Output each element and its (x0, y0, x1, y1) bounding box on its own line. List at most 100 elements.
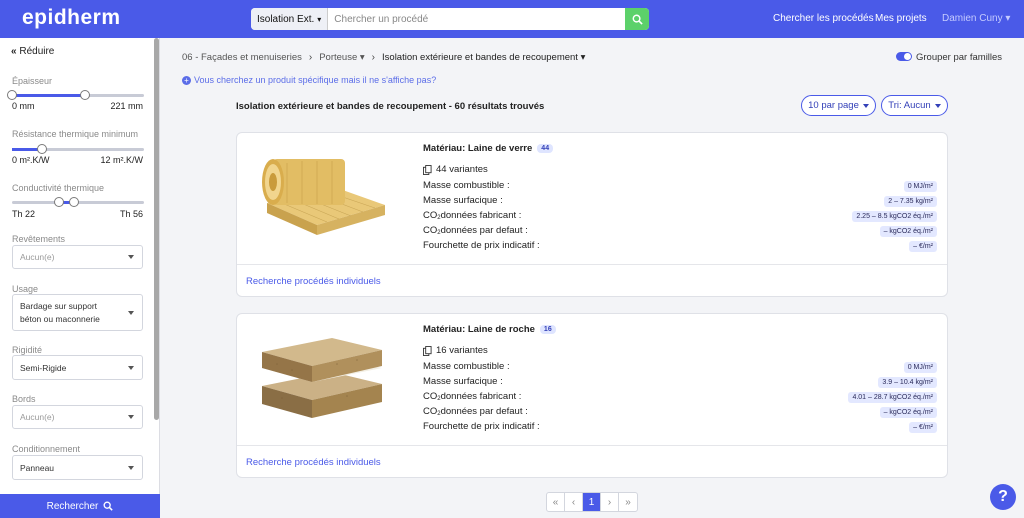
breadcrumb-label: Porteuse (319, 52, 358, 63)
revetements-select[interactable]: Aucun(e) (12, 245, 143, 269)
group-by-family-toggle[interactable] (896, 52, 912, 61)
user-menu[interactable]: Damien Cuny ▾ (942, 13, 1010, 24)
masse-surfacique-value: 2 – 7.35 kg/m² (884, 196, 937, 207)
first-page-button[interactable]: « (547, 493, 565, 511)
co2-defaut-value: – kgCO2 éq./m² (879, 226, 937, 237)
co2-fabricant-label: CO2données fabricant : (423, 391, 521, 402)
glass-wool-roll-image (262, 159, 385, 235)
masse-surfacique-label: Masse surfacique : (423, 376, 503, 387)
prix-value: – €/m² (909, 422, 937, 433)
variants-label: 44 variantes (436, 164, 488, 175)
sort-label: Tri: Aucun (888, 100, 931, 111)
material-name: Matériau: Laine de roche (423, 324, 535, 335)
breadcrumb-item-section[interactable]: 06 - Façades et menuiseries (182, 52, 302, 63)
breadcrumb-item-current[interactable]: Isolation extérieure et bandes de recoup… (382, 52, 585, 63)
epaisseur-min: 0 mm (12, 101, 35, 111)
plus-circle-icon: + (182, 75, 191, 85)
pagination: « ‹ 1 › » (546, 492, 638, 512)
variants-label: 16 variantes (436, 345, 488, 356)
material-title: Matériau: Laine de roche 16 (423, 324, 556, 335)
resistance-min: 0 m².K/W (12, 155, 50, 165)
masse-combustible-value: 0 MJ/m² (903, 362, 937, 373)
copy-icon (423, 164, 432, 175)
usage-select[interactable]: Bardage sur support béton ou maconnerie (12, 294, 143, 331)
material-title: Matériau: Laine de verre 44 (423, 143, 554, 154)
slider-handle-max[interactable] (80, 90, 90, 100)
masse-surfacique-value: 3.9 – 10.4 kg/m² (878, 377, 937, 388)
last-page-button[interactable]: » (619, 493, 637, 511)
breadcrumb-label: Isolation extérieure et bandes de recoup… (382, 52, 578, 63)
rechercher-button[interactable]: Rechercher (0, 494, 160, 518)
page-1-button[interactable]: 1 (583, 493, 601, 511)
chevron-right-icon: › (308, 52, 313, 63)
prix-label: Fourchette de prix indicatif : (423, 240, 540, 251)
bords-value: Aucun(e) (20, 412, 55, 422)
per-page-select[interactable]: 10 par page (801, 95, 876, 116)
caret-down-icon (128, 415, 134, 419)
bords-select[interactable]: Aucun(e) (12, 405, 143, 429)
prix-value: – €/m² (909, 241, 937, 252)
epaisseur-slider[interactable] (7, 90, 144, 100)
resistance-label: Résistance thermique minimum (12, 129, 139, 139)
missing-product-link[interactable]: + Vous cherchez un produit spécifique ma… (182, 75, 436, 85)
sort-select[interactable]: Tri: Aucun (881, 95, 948, 116)
sidebar-scrollbar[interactable] (154, 38, 159, 420)
nav-search-procedes[interactable]: Chercher les procédés (773, 13, 874, 24)
search-type-label: Isolation Ext. (257, 13, 315, 25)
variants-count: 44 variantes (423, 164, 488, 175)
chevron-down-icon: ▾ (317, 14, 322, 24)
usage-label: Usage (12, 284, 39, 294)
masse-combustible-label: Masse combustible : (423, 180, 510, 191)
search-type-select[interactable]: Isolation Ext. ▾ (251, 8, 329, 30)
slider-handle-max[interactable] (69, 197, 79, 207)
slider-fill (12, 94, 85, 97)
conductivite-label: Conductivité thermique (12, 183, 105, 193)
conductivite-max: Th 56 (119, 209, 143, 219)
slider-handle-min[interactable] (7, 90, 17, 100)
collapse-label: Réduire (19, 46, 55, 57)
rigidite-label: Rigidité (12, 345, 43, 355)
co2-fabricant-label: CO2données fabricant : (423, 210, 521, 221)
rigidite-select[interactable]: Semi-Rigide (12, 355, 143, 380)
co2-text: CO (423, 225, 438, 236)
missing-product-text: Vous cherchez un produit spécifique mais… (194, 75, 437, 85)
co2-fabricant-value: 2.25 – 8.5 kgCO2 éq./m² (852, 211, 937, 222)
co2-defaut-label: CO2données par defaut : (423, 225, 528, 236)
conductivite-slider[interactable] (12, 197, 144, 207)
co2-text: CO (423, 406, 438, 417)
next-page-button[interactable]: › (601, 493, 619, 511)
prev-page-button[interactable]: ‹ (565, 493, 583, 511)
card-divider (237, 445, 947, 446)
search-input[interactable] (328, 13, 625, 25)
nav-my-projects[interactable]: Mes projets (875, 13, 927, 24)
slider-handle[interactable] (37, 144, 47, 154)
chevron-down-icon: ▾ (1005, 13, 1011, 24)
count-badge: 44 (537, 144, 554, 153)
individual-procedes-link[interactable]: Recherche procédés individuels (246, 457, 381, 468)
co2-text: CO (423, 210, 438, 221)
revetements-label: Revêtements (12, 234, 66, 244)
search-button[interactable] (625, 8, 649, 30)
help-button[interactable]: ? (990, 484, 1016, 510)
masse-combustible-value: 0 MJ/m² (903, 181, 937, 192)
variants-count: 16 variantes (423, 345, 488, 356)
search-icon (103, 501, 114, 511)
copy-icon (423, 345, 432, 356)
slider-handle-min[interactable] (54, 197, 64, 207)
co2-defaut-text: données par defaut : (440, 406, 528, 417)
collapse-sidebar-button[interactable]: « Réduire (11, 46, 54, 57)
revetements-value: Aucun(e) (20, 252, 55, 262)
caret-down-icon (862, 103, 869, 108)
top-header: epidherm Isolation Ext. ▾ Chercher les p… (0, 0, 1024, 38)
co2-text: CO (423, 391, 438, 402)
app-logo[interactable]: epidherm (22, 6, 121, 30)
individual-procedes-link[interactable]: Recherche procédés individuels (246, 276, 381, 287)
usage-value-line2: béton ou maconnerie (20, 313, 100, 324)
resistance-slider[interactable] (12, 144, 144, 154)
double-chevron-left-icon: « (11, 46, 17, 57)
per-page-label: 10 par page (808, 100, 859, 111)
conditionnement-select[interactable]: Panneau (12, 455, 143, 480)
usage-value-line1: Bardage sur support (20, 300, 98, 311)
breadcrumb-item-porteuse[interactable]: Porteuse ▾ (319, 52, 364, 63)
product-card: Matériau: Laine de verre 44 44 variantes … (236, 132, 948, 297)
